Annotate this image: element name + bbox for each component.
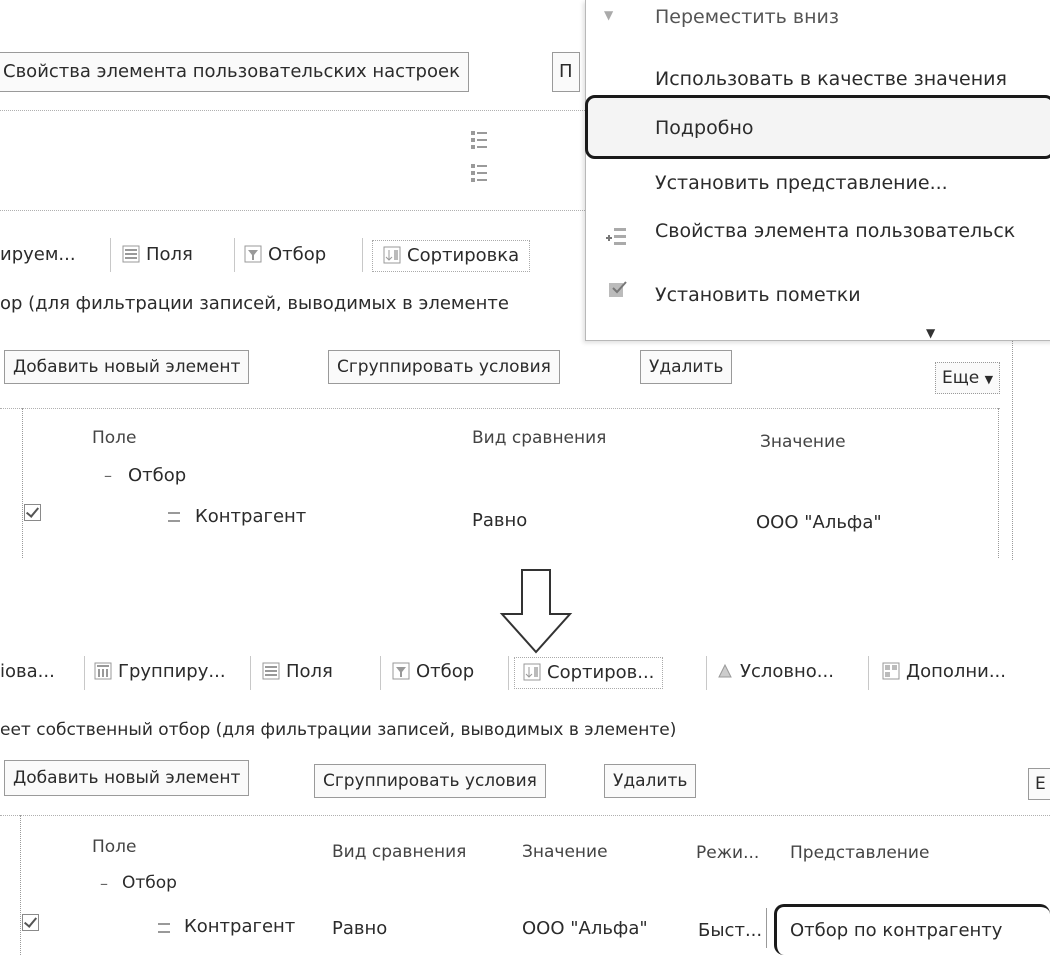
table-left-border <box>20 815 21 955</box>
column-header-value[interactable]: Значение <box>522 842 608 862</box>
row-value[interactable]: ООО "Альфа" <box>756 512 882 533</box>
table-right-border <box>998 408 999 558</box>
tab-sorting[interactable]: Сортиров... <box>514 657 664 689</box>
sort-icon <box>523 661 541 681</box>
tab-separator <box>508 656 509 690</box>
row-value[interactable]: ООО "Альфа" <box>522 918 648 939</box>
column-header-compare[interactable]: Вид сравнения <box>332 842 466 862</box>
column-header-compare[interactable]: Вид сравнения <box>472 428 606 448</box>
row-presentation[interactable]: Отбор по контрагенту <box>790 920 1002 941</box>
delete-button[interactable]: Удалить <box>640 350 733 384</box>
tab-fields[interactable]: Поля <box>122 240 193 270</box>
filter-icon <box>244 243 262 263</box>
group-row-label: Отбор <box>122 873 177 893</box>
group-row-label: Отбор <box>128 465 187 486</box>
group-conditions-button[interactable]: Сгруппировать условия <box>328 350 560 384</box>
tab-fields[interactable]: Поля <box>262 657 333 687</box>
tab-filter[interactable]: Отбор <box>392 657 474 687</box>
table-top-border <box>0 815 1050 816</box>
column-header-presentation[interactable]: Представление <box>790 843 929 863</box>
column-header-value[interactable]: Значение <box>760 432 846 452</box>
filter-description: еет собственный отбор (для фильтрации за… <box>0 720 677 740</box>
list-icon <box>470 130 488 150</box>
tab-separator <box>84 656 85 690</box>
group-conditions-button[interactable]: Сгруппировать условия <box>314 764 546 798</box>
additional-icon <box>882 660 900 680</box>
list-icon <box>470 163 488 183</box>
equals-icon <box>158 923 170 933</box>
menu-item-use-as-value[interactable]: Использовать в качестве значения <box>655 68 1007 90</box>
cut-tab[interactable]: П <box>552 52 580 92</box>
tab-separator <box>110 238 111 272</box>
table-left-border <box>22 408 23 558</box>
move-down-icon: ▼ <box>604 8 614 22</box>
tab-label: Сортиров... <box>547 662 655 683</box>
tab-grouping[interactable]: Группиру... <box>94 657 226 687</box>
collapse-icon[interactable]: – <box>104 466 112 485</box>
tab-label: Условно... <box>740 661 834 682</box>
sort-icon <box>383 244 401 264</box>
tab-label: Группиру... <box>118 661 226 682</box>
row-field[interactable]: Контрагент <box>195 506 306 527</box>
equals-icon <box>168 512 180 522</box>
fields-icon <box>262 660 280 680</box>
tab-conditional[interactable]: Условно... <box>716 657 834 687</box>
tab-label: Поля <box>146 244 193 265</box>
conditional-format-icon <box>716 660 734 678</box>
arrow-down-icon <box>496 568 576 656</box>
tab-label: Сортировка <box>407 245 520 266</box>
row-mode[interactable]: Быст... <box>698 920 762 941</box>
fields-icon <box>122 243 140 263</box>
tab-separator <box>250 656 251 690</box>
filter-icon <box>392 660 410 680</box>
more-label: Еще <box>942 368 980 388</box>
scroll-down-icon[interactable]: ▼ <box>926 326 935 340</box>
marks-icon <box>606 278 630 302</box>
table-top-border <box>0 408 1000 409</box>
tab-settings[interactable]: іова... <box>0 657 55 687</box>
delete-button[interactable]: Удалить <box>604 764 697 798</box>
properties-icon <box>604 226 628 252</box>
menu-item-element-properties[interactable]: Свойства элемента пользовательск <box>655 220 1015 242</box>
bottom-panel: іова... Группиру... Поля Отбор Сортиров.… <box>0 650 1050 955</box>
row-compare[interactable]: Равно <box>472 510 527 531</box>
add-element-button[interactable]: Добавить новый элемент <box>4 350 250 384</box>
column-header-field[interactable]: Поле <box>92 428 137 448</box>
tab-separator <box>706 656 707 690</box>
row-checkbox[interactable] <box>24 504 41 521</box>
tab-separator <box>380 656 381 690</box>
menu-item-move-down[interactable]: Переместить вниз <box>655 6 839 28</box>
divider <box>0 210 585 211</box>
chevron-down-icon: ▼ <box>984 373 994 386</box>
menu-item-details[interactable]: Подробно <box>655 117 754 139</box>
row-checkbox[interactable] <box>22 914 39 931</box>
row-compare[interactable]: Равно <box>332 918 387 939</box>
menu-item-set-presentation[interactable]: Установить представление... <box>655 172 948 194</box>
tab-label: Отбор <box>268 244 327 265</box>
tab-separator <box>868 656 869 690</box>
column-header-field[interactable]: Поле <box>92 837 137 857</box>
cell-separator <box>766 908 767 948</box>
tab-sorting[interactable]: Сортировка <box>372 240 531 272</box>
more-button[interactable]: Еще ▼ <box>935 362 1001 394</box>
tab-grouping[interactable]: ируем... <box>0 240 76 270</box>
tab-additional[interactable]: Дополни... <box>882 657 1006 687</box>
collapse-icon[interactable]: – <box>100 874 108 893</box>
filter-description: ор (для фильтрации записей, выводимых в … <box>0 293 509 314</box>
add-element-button[interactable]: Добавить новый элемент <box>4 760 250 796</box>
menu-item-set-marks[interactable]: Установить пометки <box>655 284 861 306</box>
props-tab[interactable]: Свойства элемента пользовательских настр… <box>0 52 469 92</box>
tab-separator <box>234 238 235 272</box>
divider <box>0 110 585 111</box>
grouping-icon <box>94 660 112 680</box>
row-field[interactable]: Контрагент <box>184 916 295 937</box>
tab-label: Поля <box>286 661 333 682</box>
tab-filter[interactable]: Отбор <box>244 240 326 270</box>
tab-label: Дополни... <box>906 661 1006 682</box>
column-header-mode[interactable]: Режи... <box>696 843 759 863</box>
scroll-border <box>1012 340 1013 560</box>
more-button[interactable]: Е <box>1028 768 1050 800</box>
tab-label: Отбор <box>416 661 475 682</box>
tab-separator <box>362 238 363 272</box>
